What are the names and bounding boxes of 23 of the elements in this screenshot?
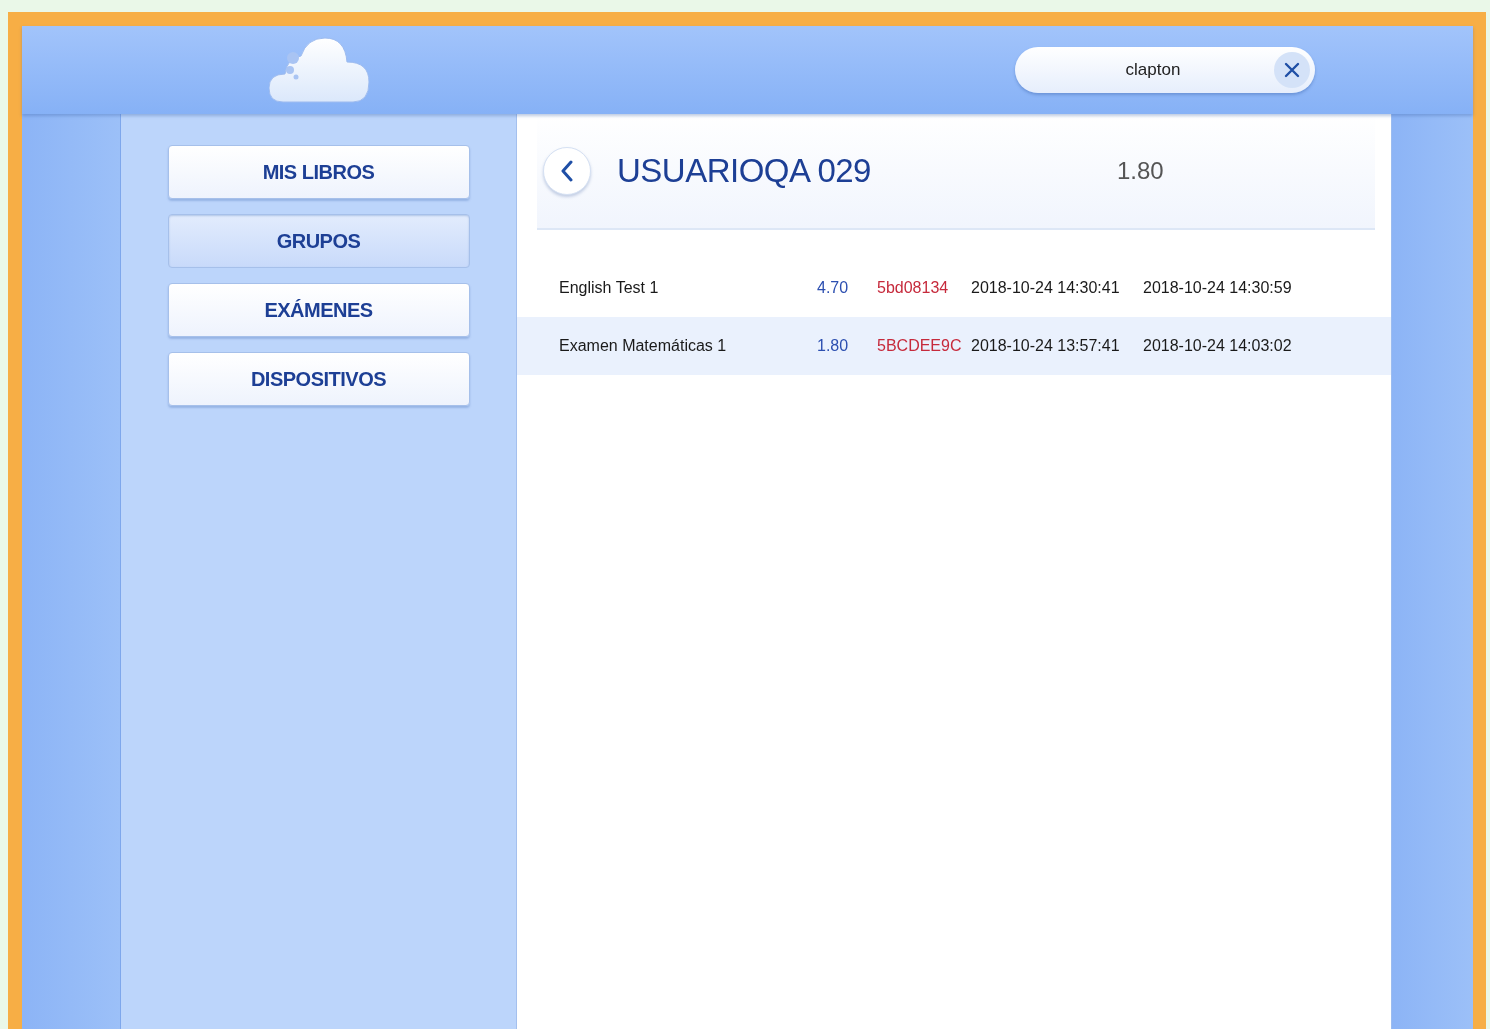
exam-row[interactable]: Examen Matemáticas 1 1.80 5BCDEE9C 2018-10-24 13:57:41 2018-10-24 14:03:02 <box>517 317 1391 375</box>
back-icon <box>560 160 574 182</box>
exam-row[interactable]: English Test 1 4.70 5bd08134 2018-10-24 14:30:41 2018-10-24 14:30:59 <box>517 259 1391 317</box>
exam-score: 1.80 <box>817 337 850 355</box>
sidebar-item[interactable]: MIS LIBROS <box>167 145 470 199</box>
exam-code: 5BCDEE9C <box>877 337 963 355</box>
start-time: 2018-10-24 14:30:41 <box>971 279 1121 297</box>
search-field[interactable]: clapton <box>1015 47 1315 93</box>
start-time: 2018-10-24 13:57:41 <box>971 337 1121 355</box>
close-icon <box>1284 62 1300 78</box>
exam-score: 4.70 <box>817 279 850 297</box>
back-button[interactable] <box>543 147 591 195</box>
sidebar-item[interactable]: DISPOSITIVOS <box>167 352 470 406</box>
exam-code: 5bd08134 <box>877 279 950 297</box>
user-name: USUARIOQA 029 <box>617 152 872 190</box>
sidebar-item[interactable]: EXÁMENES <box>167 283 470 337</box>
end-time: 2018-10-24 14:03:02 <box>1143 337 1293 355</box>
cloud-logo-icon <box>268 36 371 104</box>
sidebar-item[interactable]: GRUPOS <box>167 214 470 268</box>
exam-name: English Test 1 <box>559 279 660 297</box>
exam-name: Examen Matemáticas 1 <box>559 337 728 355</box>
user-score: 1.80 <box>1117 157 1164 185</box>
end-time: 2018-10-24 14:30:59 <box>1143 279 1293 297</box>
